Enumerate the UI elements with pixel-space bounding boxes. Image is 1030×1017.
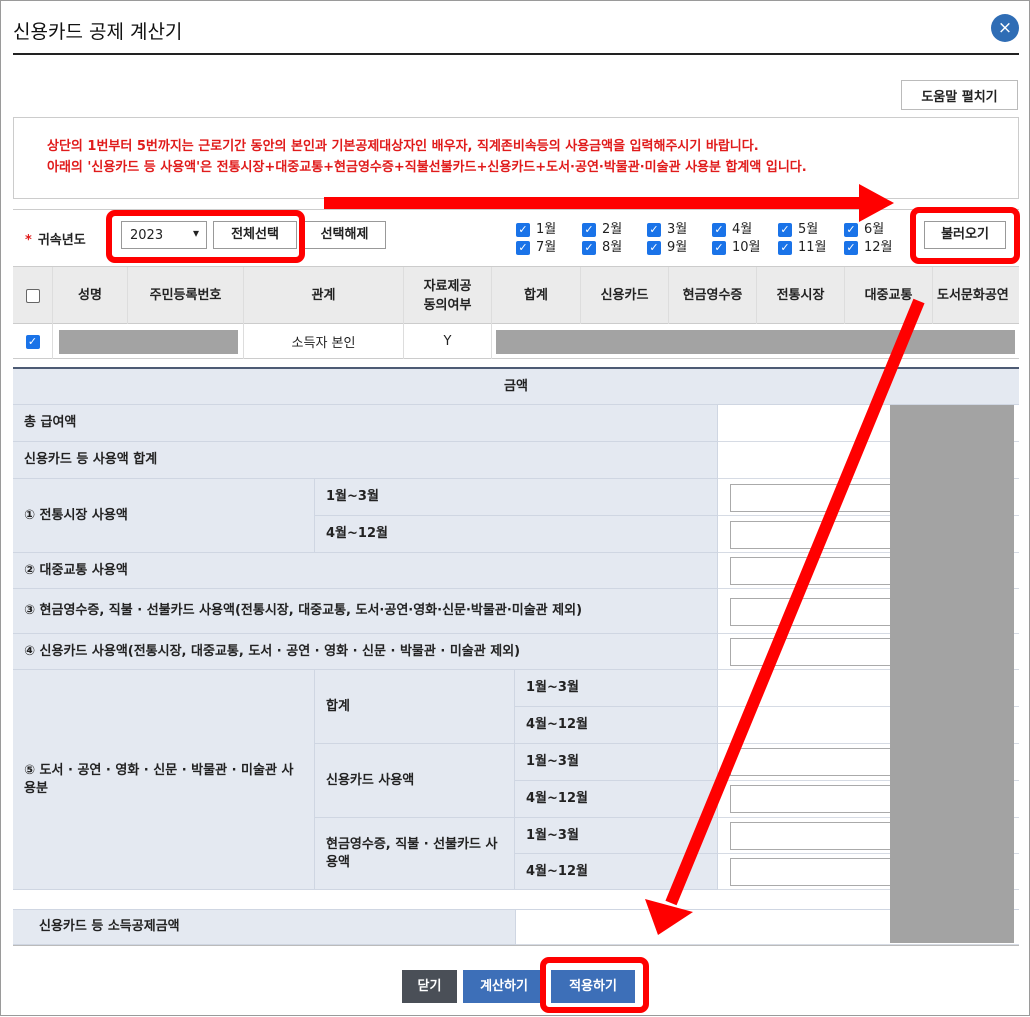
annotation-arrows <box>324 184 925 935</box>
arrow-down-left-icon <box>645 298 925 935</box>
dialog-frame: 신용카드 공제 계산기 × 도움말 펼치기 상단의 1번부터 5번까지는 근로기… <box>0 0 1030 1016</box>
arrow-right-icon <box>324 184 894 222</box>
